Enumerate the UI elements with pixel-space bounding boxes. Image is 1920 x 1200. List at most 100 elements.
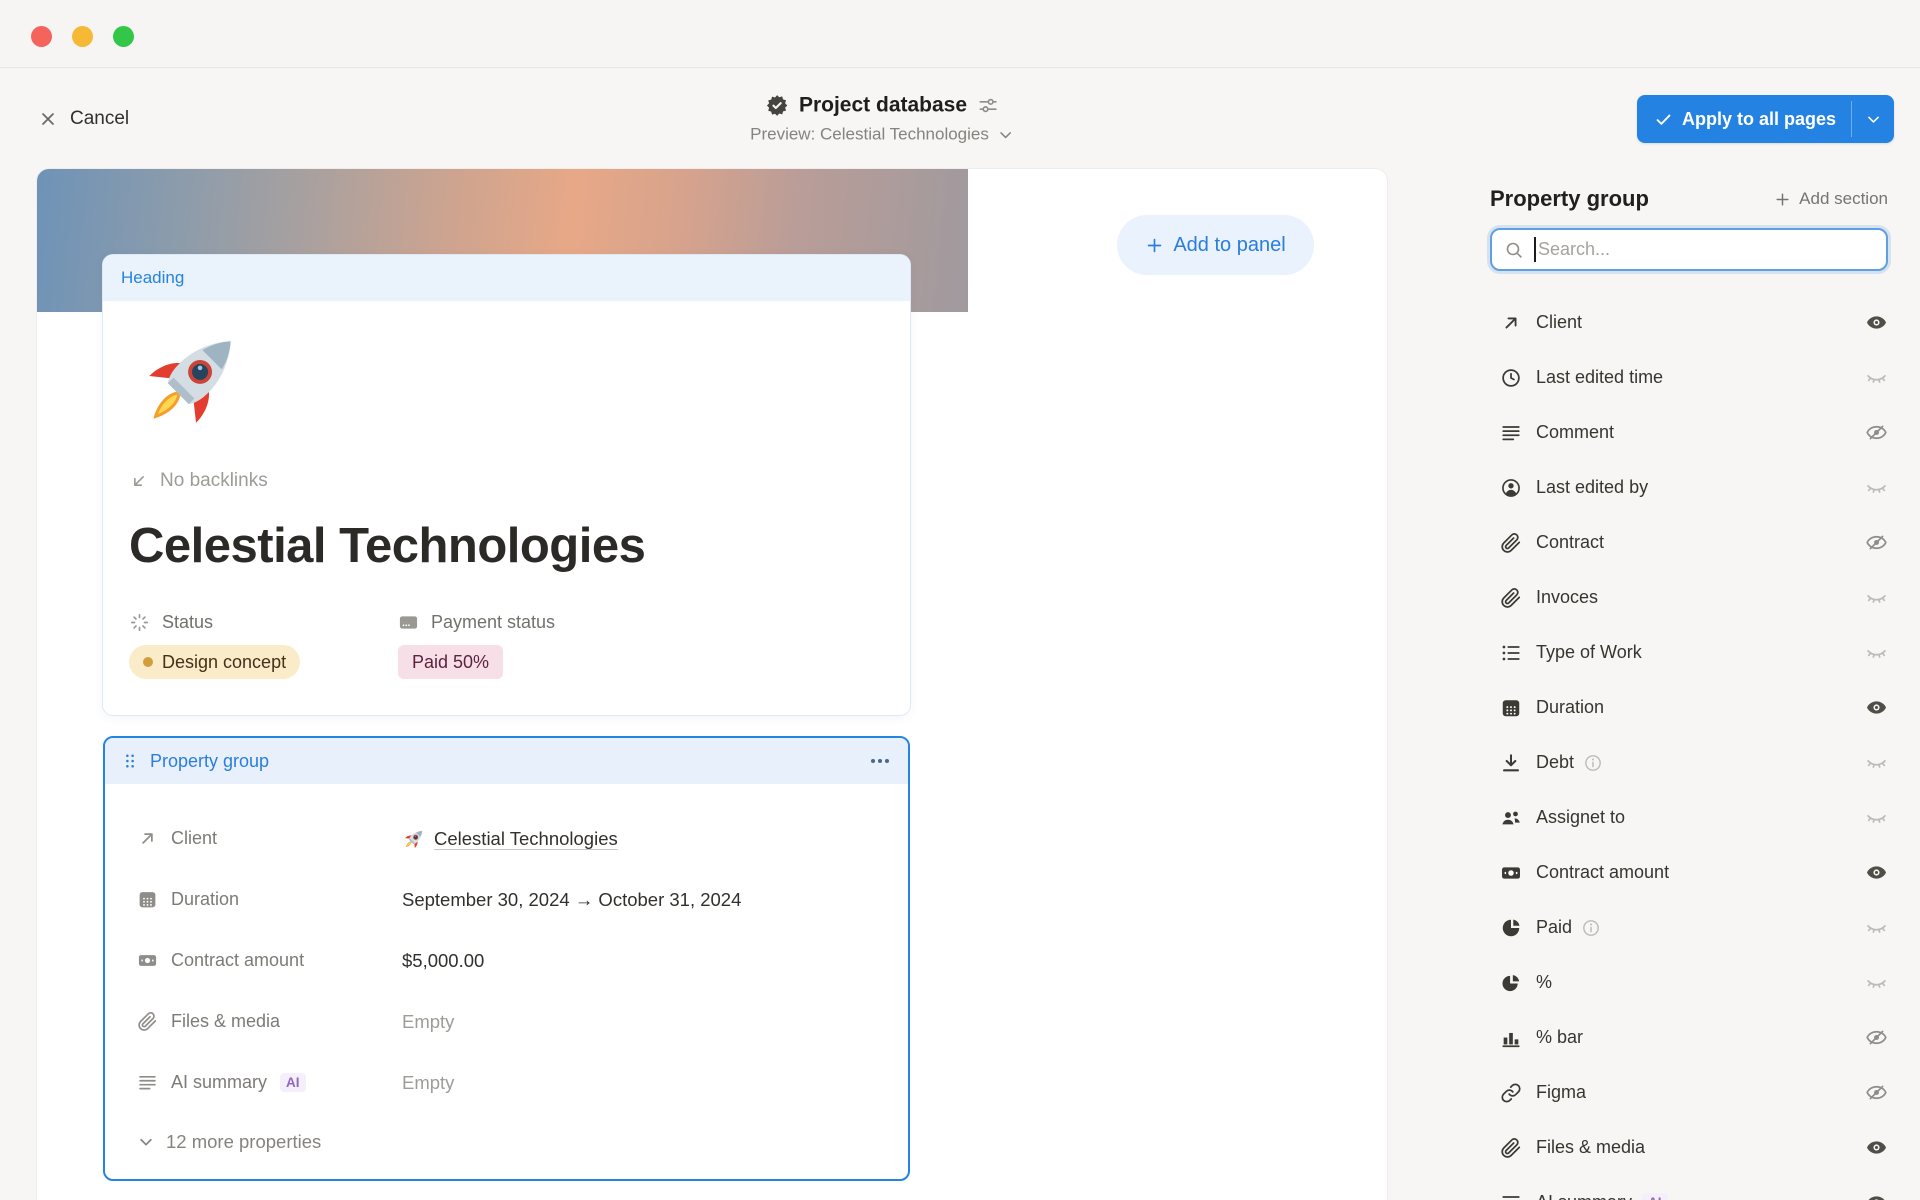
payment-status-badge[interactable]: Paid 50%: [398, 645, 503, 679]
property-name: Contract: [1536, 532, 1604, 553]
rocket-emoji-icon: [402, 827, 426, 851]
pie-chart-icon: [1500, 917, 1522, 939]
sidebar-property-figma[interactable]: Figma: [1490, 1065, 1888, 1120]
sidebar-property-invoces[interactable]: Invoces: [1490, 570, 1888, 625]
property-row-contract-amount[interactable]: Contract amount $5,000.00: [137, 930, 884, 991]
info-icon[interactable]: [1583, 753, 1603, 773]
visibility-eye-closed-icon[interactable]: [1865, 366, 1888, 389]
window-titlebar: [0, 0, 1920, 68]
search-input[interactable]: [1490, 228, 1888, 271]
more-options-icon[interactable]: [868, 749, 892, 773]
property-row-files-media[interactable]: Files & media Empty: [137, 991, 884, 1052]
add-to-panel-button[interactable]: Add to panel: [1117, 215, 1314, 275]
visibility-eye-icon[interactable]: [1865, 861, 1888, 884]
settings-sliders-icon[interactable]: [977, 95, 999, 117]
property-name: AI summary: [1536, 1192, 1632, 1200]
sidebar-property-paid[interactable]: Paid: [1490, 900, 1888, 955]
visibility-eye-slash-icon[interactable]: [1865, 531, 1888, 554]
sidebar-property-type-of-work[interactable]: Type of Work: [1490, 625, 1888, 680]
property-name: Client: [1536, 312, 1582, 333]
sidebar-property-debt[interactable]: Debt: [1490, 735, 1888, 790]
status-badge[interactable]: Design concept: [129, 645, 300, 679]
relation-link[interactable]: Celestial Technologies: [434, 828, 618, 850]
cancel-button[interactable]: Cancel: [38, 108, 129, 130]
apply-to-all-pages-button[interactable]: Apply to all pages: [1637, 95, 1851, 143]
property-label: Duration: [137, 889, 402, 910]
zoom-window-button[interactable]: [113, 26, 134, 47]
visibility-eye-slash-icon[interactable]: [1865, 1026, 1888, 1049]
plus-icon: [1145, 236, 1164, 255]
sidebar-property-files-media[interactable]: Files & media: [1490, 1120, 1888, 1175]
preview-selector[interactable]: Preview: Celestial Technologies: [750, 125, 1014, 145]
paperclip-icon: [137, 1011, 158, 1032]
visibility-eye-slash-icon[interactable]: [1865, 1081, 1888, 1104]
property-label: Files & media: [137, 1011, 402, 1032]
page-title[interactable]: Celestial Technologies: [129, 518, 884, 574]
plus-icon: [1774, 191, 1791, 208]
sidebar-property-last-edited-time[interactable]: Last edited time: [1490, 350, 1888, 405]
property-value[interactable]: September 30, 2024 → October 31, 2024: [402, 889, 884, 911]
visibility-eye-icon[interactable]: [1865, 311, 1888, 334]
backlinks-row[interactable]: No backlinks: [129, 470, 884, 492]
sidebar-property-last-edited-by[interactable]: Last edited by: [1490, 460, 1888, 515]
sidebar-property-%[interactable]: %: [1490, 955, 1888, 1010]
sidebar-property-assignet-to[interactable]: Assignet to: [1490, 790, 1888, 845]
search-icon: [1504, 240, 1524, 260]
visibility-eye-closed-icon[interactable]: [1865, 751, 1888, 774]
donut-chart-icon: [1500, 972, 1522, 994]
sidebar-property-contract[interactable]: Contract: [1490, 515, 1888, 570]
cancel-label: Cancel: [70, 108, 129, 130]
status-label: Status: [162, 612, 213, 633]
apply-dropdown-button[interactable]: [1852, 95, 1894, 143]
sidebar-property-ai-summary[interactable]: AI summary AI: [1490, 1175, 1888, 1200]
sidebar-property-duration[interactable]: Duration: [1490, 680, 1888, 735]
property-row-duration[interactable]: Duration September 30, 2024 → October 31…: [137, 869, 884, 930]
calendar-icon: [1500, 697, 1522, 719]
property-value[interactable]: $5,000.00: [402, 950, 884, 972]
property-name: Comment: [1536, 422, 1614, 443]
status-dot-icon: [143, 657, 153, 667]
property-group-card[interactable]: Property group Client Celestial Technolo…: [103, 736, 910, 1181]
visibility-eye-icon[interactable]: [1865, 696, 1888, 719]
property-label: Client: [137, 828, 402, 849]
property-value[interactable]: Celestial Technologies: [402, 827, 884, 851]
minimize-window-button[interactable]: [72, 26, 93, 47]
property-name: Figma: [1536, 1082, 1586, 1103]
banknote-icon: [1500, 862, 1522, 884]
ai-badge: AI: [280, 1073, 306, 1093]
people-icon: [1500, 807, 1522, 829]
sidebar-property-contract-amount[interactable]: Contract amount: [1490, 845, 1888, 900]
visibility-eye-closed-icon[interactable]: [1865, 971, 1888, 994]
visibility-eye-closed-icon[interactable]: [1865, 586, 1888, 609]
visibility-eye-closed-icon[interactable]: [1865, 806, 1888, 829]
ai-badge: AI: [1642, 1193, 1668, 1200]
property-row-ai-summary[interactable]: AI summaryAI Empty: [137, 1052, 884, 1113]
sidebar-property-comment[interactable]: Comment: [1490, 405, 1888, 460]
heading-section-card[interactable]: Heading No backlinks Celestial Technolog…: [103, 255, 910, 715]
close-window-button[interactable]: [31, 26, 52, 47]
credit-card-icon: [398, 612, 419, 633]
text-caret: [1534, 237, 1536, 262]
clock-icon: [1500, 367, 1522, 389]
layout-canvas: Heading No backlinks Celestial Technolog…: [37, 169, 1387, 1200]
visibility-eye-closed-icon[interactable]: [1865, 476, 1888, 499]
visibility-eye-closed-icon[interactable]: [1865, 641, 1888, 664]
visibility-eye-icon[interactable]: [1865, 1136, 1888, 1159]
info-icon[interactable]: [1581, 918, 1601, 938]
add-section-button[interactable]: Add section: [1774, 189, 1888, 209]
sidebar-property-%-bar[interactable]: % bar: [1490, 1010, 1888, 1065]
drag-handle-icon[interactable]: [121, 752, 139, 770]
property-value[interactable]: Empty: [402, 1011, 884, 1033]
visibility-eye-closed-icon[interactable]: [1865, 916, 1888, 939]
property-value[interactable]: Empty: [402, 1072, 884, 1094]
more-properties-toggle[interactable]: 12 more properties: [137, 1113, 884, 1171]
sidebar-title: Property group: [1490, 186, 1649, 212]
visibility-eye-slash-icon[interactable]: [1865, 421, 1888, 444]
property-row-client[interactable]: Client Celestial Technologies: [137, 808, 884, 869]
verified-badge-icon: [765, 94, 789, 118]
link-icon: [1500, 1082, 1522, 1104]
rocket-page-icon[interactable]: [135, 323, 249, 437]
visibility-eye-icon[interactable]: [1865, 1191, 1888, 1200]
sidebar-property-client[interactable]: Client: [1490, 295, 1888, 350]
download-icon: [1500, 752, 1522, 774]
